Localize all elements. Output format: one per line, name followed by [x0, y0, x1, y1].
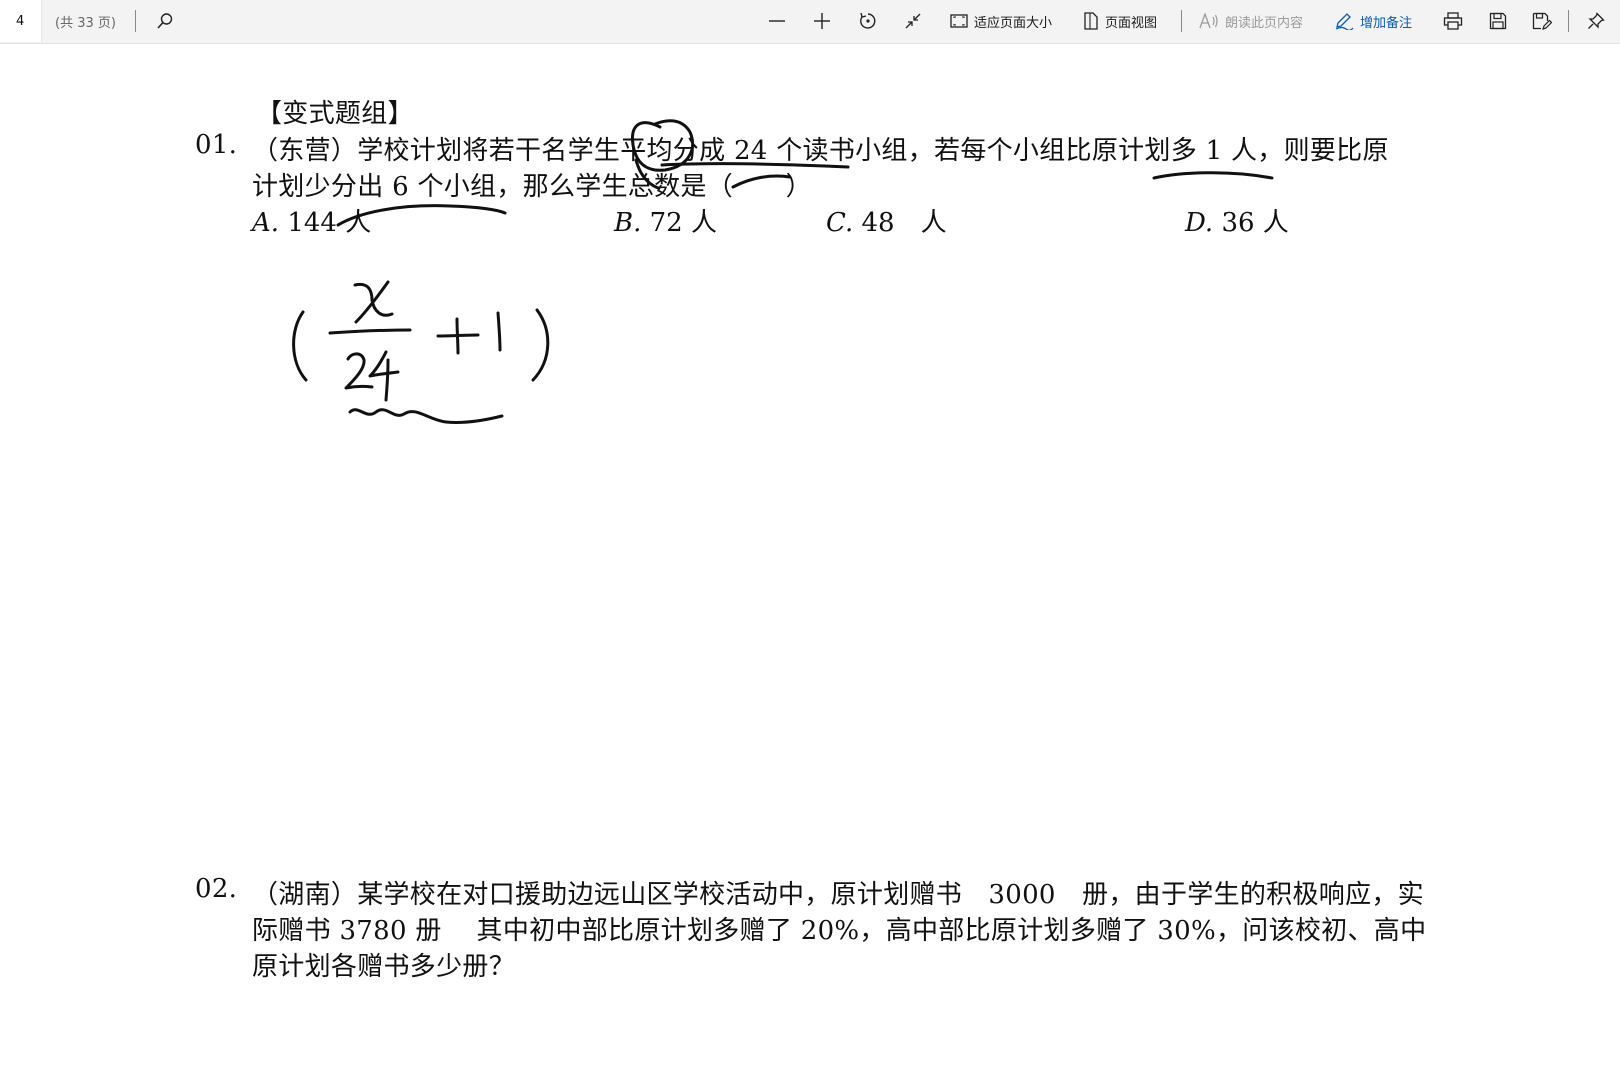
question-02-line-3: 原计划各赠书多少册？ — [252, 952, 516, 982]
rotate-icon[interactable] — [855, 0, 881, 42]
option-text: 144 人 — [287, 208, 372, 238]
page-view-button[interactable]: 页面视图 — [1083, 0, 1157, 42]
save-as-icon[interactable] — [1529, 0, 1555, 42]
option-d: D. 36 人 — [1185, 202, 1289, 239]
section-heading: 【变式题组】 — [256, 99, 414, 129]
question-01-line-2: 计划少分出 6 个小组，那么学生总数是（ ） — [252, 172, 812, 202]
question-02-line-1: （湖南）某学校在对口援助边远山区学校活动中，原计划赠书 3000 册，由于学生的… — [252, 880, 1424, 910]
question-number-01: 01. — [195, 130, 238, 160]
toolbar-divider — [135, 10, 136, 32]
toolbar-divider — [1181, 10, 1182, 32]
fit-page-label: 适应页面大小 — [974, 15, 1053, 31]
print-icon[interactable] — [1440, 0, 1466, 42]
add-notes-label: 增加备注 — [1360, 15, 1413, 31]
option-letter: B. — [614, 208, 642, 238]
zoom-out-icon[interactable] — [764, 0, 790, 42]
option-text: 36 人 — [1221, 208, 1289, 238]
toolbar-divider — [1568, 10, 1569, 32]
read-aloud-icon — [1199, 13, 1219, 29]
add-notes-button[interactable]: 增加备注 — [1334, 0, 1412, 42]
fit-page-button[interactable]: 适应页面大小 — [950, 0, 1052, 42]
document-page: 【变式题组】 01. （东营）学校计划将若干名学生平均分成 24 个读书小组，若… — [0, 44, 1620, 1080]
search-icon[interactable] — [152, 0, 178, 42]
pin-icon[interactable] — [1583, 0, 1609, 42]
add-notes-pen-icon — [1334, 12, 1354, 30]
option-letter: A. — [252, 208, 280, 238]
fit-width-icon[interactable] — [900, 0, 926, 42]
question-02-line-2: 际赠书 3780 册 其中初中部比原计划多赠了 20%，高中部比原计划多赠了 3… — [252, 916, 1427, 946]
question-01-line-1: （东营）学校计划将若干名学生平均分成 24 个读书小组，若每个小组比原计划多 1… — [252, 136, 1389, 166]
page-number-input[interactable]: 4 — [0, 0, 42, 42]
option-text: 72 人 — [649, 208, 717, 238]
fit-page-icon — [950, 13, 968, 29]
page-view-icon — [1083, 12, 1099, 30]
option-text: 48 人 — [861, 208, 947, 238]
option-letter: C. — [826, 208, 854, 238]
read-aloud-button[interactable]: 朗读此页内容 — [1199, 0, 1303, 42]
question-number-02: 02. — [195, 874, 238, 904]
option-b: B. 72 人 — [614, 202, 717, 239]
pdf-toolbar: 4 (共 33 页) 适应页面大小 页面视图 朗读此页内容 增加备注 — [0, 0, 1620, 44]
read-aloud-label: 朗读此页内容 — [1225, 15, 1304, 31]
option-c: C. 48 人 — [826, 202, 947, 239]
save-icon[interactable] — [1485, 0, 1511, 42]
zoom-in-icon[interactable] — [809, 0, 835, 42]
page-total-count: (共 33 页) — [55, 15, 116, 31]
option-letter: D. — [1185, 208, 1214, 238]
page-view-label: 页面视图 — [1105, 15, 1158, 31]
option-a: A. 144 人 — [252, 202, 371, 239]
